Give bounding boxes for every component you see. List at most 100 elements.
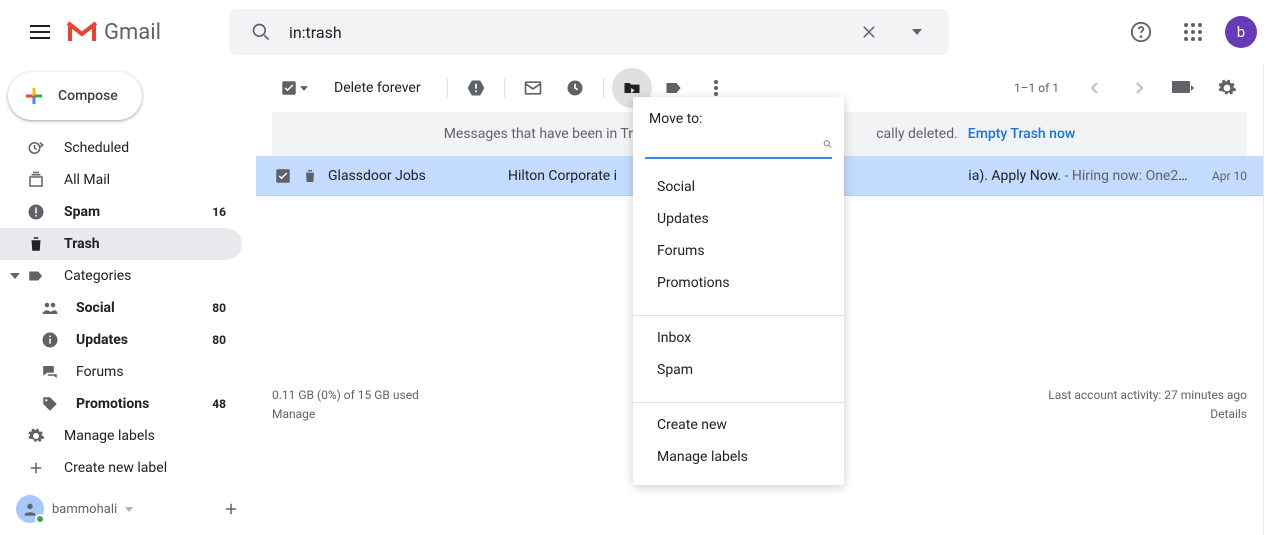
sidebar-item-label: Categories — [64, 268, 230, 284]
forum-icon — [40, 363, 60, 381]
moveto-item-updates[interactable]: Updates — [633, 203, 844, 235]
chevron-down-icon — [10, 273, 24, 279]
moveto-item-manage-labels[interactable]: Manage labels — [633, 441, 844, 473]
sidebar-item-label: Updates — [76, 332, 212, 348]
sidebar-item-label: All Mail — [64, 172, 230, 188]
page-prev-button[interactable] — [1075, 68, 1115, 108]
local-offer-icon — [40, 395, 60, 413]
sidebar-item-label: Social — [76, 300, 212, 316]
sidebar-item-label: Create new label — [64, 460, 230, 476]
moveto-item-forums[interactable]: Forums — [633, 235, 844, 267]
sidebar-item-create-new-label[interactable]: Create new label — [0, 452, 242, 484]
avatar-letter: b — [1237, 23, 1245, 41]
plus-icon — [26, 459, 46, 477]
hangouts-footer: bammohali — [16, 495, 240, 523]
sidebar-item-promotions[interactable]: Promotions48 — [0, 388, 242, 420]
move-to-menu: Move to: SocialUpdatesForumsPromotions In… — [633, 97, 844, 485]
sidebar-item-categories[interactable]: Categories — [0, 260, 242, 292]
separator — [504, 78, 505, 98]
info-icon — [40, 331, 60, 349]
gmail-logo[interactable]: Gmail — [66, 20, 161, 45]
tag-icon — [26, 267, 46, 285]
chevron-down-icon — [300, 86, 308, 91]
sidebar-item-scheduled[interactable]: Scheduled — [0, 132, 242, 164]
search-options-dropdown[interactable] — [897, 12, 937, 52]
separator — [603, 78, 604, 98]
sidebar-item-all-mail[interactable]: All Mail — [0, 164, 242, 196]
sidebar-item-count: 16 — [212, 205, 230, 219]
header-right: b — [1121, 12, 1265, 52]
sidebar-item-updates[interactable]: Updates80 — [0, 324, 242, 356]
gmail-wordmark: Gmail — [104, 20, 161, 45]
hamburger-icon — [30, 25, 50, 39]
hangouts-new-chat-button[interactable] — [222, 500, 240, 518]
move-to-search — [645, 131, 832, 159]
gmail-m-icon — [66, 20, 98, 44]
sidebar-item-count: 48 — [212, 397, 230, 411]
toolbar-right: 1–1 of 1 — [1002, 68, 1247, 108]
sidebar-item-label: Manage labels — [64, 428, 230, 444]
sidebar-item-label: Spam — [64, 204, 212, 220]
sidebar-item-label: Promotions — [76, 396, 212, 412]
sidebar-item-label: Forums — [76, 364, 230, 380]
moveto-item-inbox[interactable]: Inbox — [633, 322, 844, 354]
google-apps-button[interactable] — [1173, 12, 1213, 52]
moveto-item-promotions[interactable]: Promotions — [633, 267, 844, 299]
report-spam-button[interactable] — [456, 68, 496, 108]
app-header: Gmail b — [0, 0, 1273, 64]
support-button[interactable] — [1121, 12, 1161, 52]
sidebar-item-count: 80 — [212, 301, 230, 315]
search-icon — [823, 136, 832, 152]
alert-icon — [26, 203, 46, 221]
empty-trash-link[interactable]: Empty Trash now — [968, 126, 1076, 142]
moveto-item-social[interactable]: Social — [633, 171, 844, 203]
clear-search-button[interactable] — [849, 12, 889, 52]
main-menu-button[interactable] — [16, 8, 64, 56]
select-all-checkbox[interactable] — [274, 73, 314, 103]
chevron-down-icon — [125, 507, 133, 512]
trash-icon — [302, 168, 318, 184]
delete-forever-button[interactable]: Delete forever — [316, 80, 439, 96]
settings-button[interactable] — [1207, 68, 1247, 108]
storage-usage: 0.11 GB (0%) of 15 GB used — [272, 386, 419, 405]
search-icon[interactable] — [241, 12, 281, 52]
last-activity: Last account activity: 27 minutes ago — [1048, 386, 1247, 405]
input-tools-button[interactable] — [1163, 68, 1203, 108]
account-avatar[interactable]: b — [1225, 16, 1257, 48]
sidebar-item-forums[interactable]: Forums — [0, 356, 242, 388]
mark-unread-button[interactable] — [513, 68, 553, 108]
sidebar-item-label: Scheduled — [64, 140, 230, 156]
presence-indicator — [35, 514, 45, 524]
activity-details-link[interactable]: Details — [1048, 405, 1247, 424]
moveto-item-spam[interactable]: Spam — [633, 354, 844, 386]
search-bar — [229, 9, 949, 55]
sidebar-item-count: 80 — [212, 333, 230, 347]
sidebar-item-trash[interactable]: Trash — [0, 228, 242, 260]
move-to-title: Move to: — [633, 97, 844, 131]
move-to-search-input[interactable] — [645, 136, 823, 152]
trash-icon — [26, 235, 46, 253]
sidebar-item-spam[interactable]: Spam16 — [0, 196, 242, 228]
compose-plus-icon — [22, 84, 46, 108]
moveto-item-create-new[interactable]: Create new — [633, 409, 844, 441]
row-date: Apr 10 — [1212, 169, 1247, 183]
side-panel: 31 + — [1263, 64, 1273, 535]
sidebar-item-social[interactable]: Social80 — [0, 292, 242, 324]
search-input[interactable] — [289, 23, 841, 42]
manage-storage-link[interactable]: Manage — [272, 405, 419, 424]
snooze-button[interactable] — [555, 68, 595, 108]
hangouts-avatar-icon — [16, 495, 44, 523]
clock-send-icon — [26, 139, 46, 157]
separator — [447, 78, 448, 98]
sidebar: Compose ScheduledAll MailSpam16TrashCate… — [0, 64, 256, 535]
sidebar-item-manage-labels[interactable]: Manage labels — [0, 420, 242, 452]
row-checkbox[interactable] — [274, 167, 292, 185]
nav-list: ScheduledAll MailSpam16TrashCategoriesSo… — [0, 132, 256, 484]
hangouts-user[interactable]: bammohali — [16, 495, 133, 523]
pagination-count[interactable]: 1–1 of 1 — [1002, 81, 1071, 95]
compose-button[interactable]: Compose — [8, 72, 142, 120]
row-sender: Glassdoor Jobs — [328, 168, 508, 184]
stack-icon — [26, 171, 46, 189]
compose-label: Compose — [58, 88, 118, 104]
page-next-button[interactable] — [1119, 68, 1159, 108]
